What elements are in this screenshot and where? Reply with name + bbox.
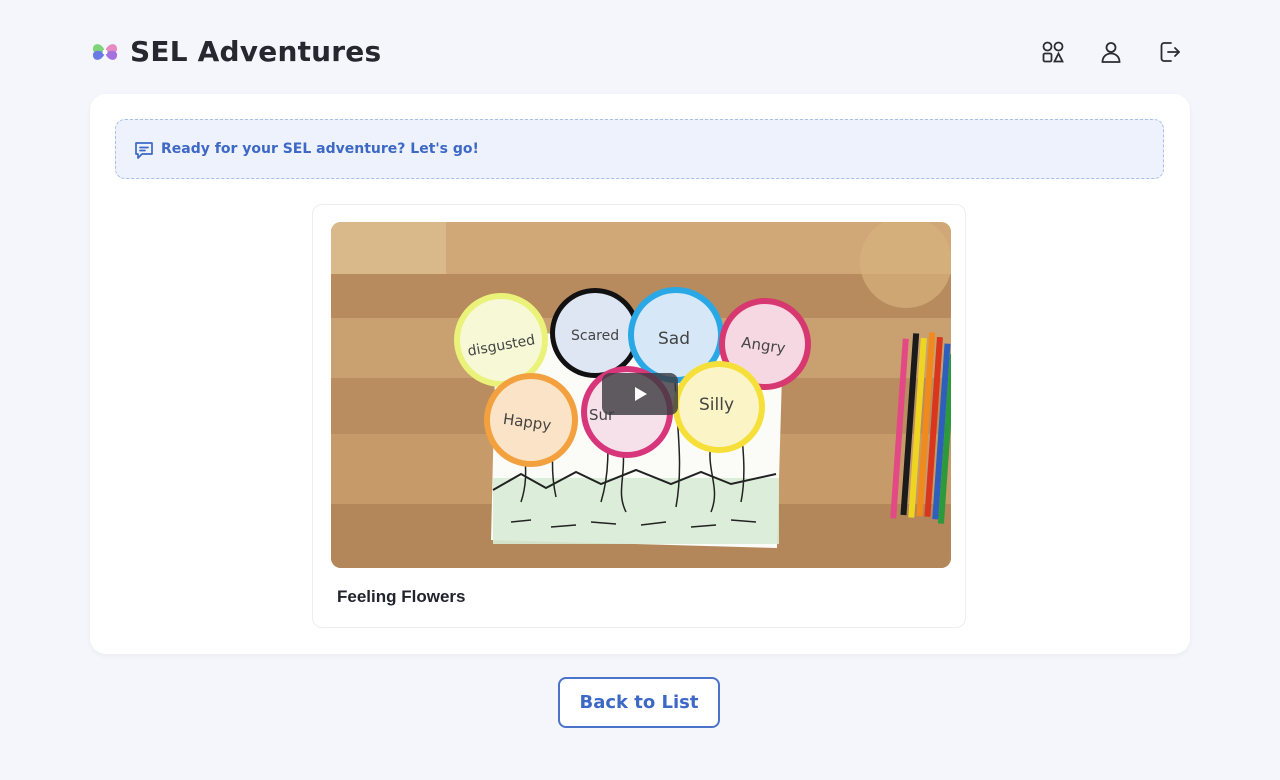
content-card: Ready for your SEL adventure? Let's go! — [90, 94, 1190, 654]
grid-shapes-icon[interactable] — [1039, 38, 1067, 66]
thumbnail-label: Silly — [699, 395, 734, 415]
app-title: SEL Adventures — [130, 35, 382, 68]
banner-text: Ready for your SEL adventure? Let's go! — [161, 141, 479, 157]
thumbnail-label: Scared — [571, 328, 619, 344]
video-card: disgusted Scared Sad Angry Happy Sur Sil… — [312, 204, 966, 628]
video-title: Feeling Flowers — [337, 587, 466, 606]
app-header: SEL Adventures — [90, 34, 1190, 70]
thumbnail-label: Sad — [658, 329, 690, 349]
chat-message-icon — [135, 142, 153, 159]
logout-icon[interactable] — [1156, 38, 1184, 66]
welcome-banner: Ready for your SEL adventure? Let's go! — [115, 119, 1164, 179]
back-to-list-button[interactable]: Back to List — [558, 677, 720, 728]
logo-icon — [92, 44, 118, 60]
user-icon[interactable] — [1097, 38, 1125, 66]
video-player[interactable]: disgusted Scared Sad Angry Happy Sur Sil… — [331, 222, 951, 568]
play-icon — [635, 387, 647, 401]
play-button[interactable] — [602, 373, 678, 415]
